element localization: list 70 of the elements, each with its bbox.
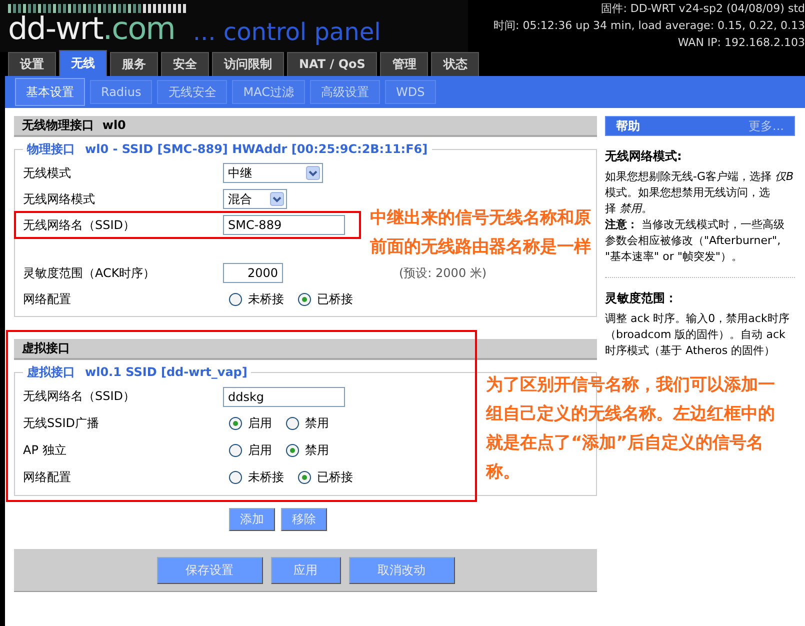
radio-button[interactable] (229, 292, 242, 306)
more-link[interactable]: 更多... (748, 117, 784, 135)
action-button[interactable]: 应用 (270, 556, 340, 584)
radio-button[interactable] (286, 417, 299, 430)
field-label: 网络配置 (23, 290, 72, 308)
field-label: 无线SSID广播 (23, 415, 100, 432)
interface-button[interactable]: 移除 (281, 508, 327, 531)
annotation-text: 中继出来的信号无线名称和原前面的无线路由器名称是一样 (370, 207, 592, 259)
radio-button[interactable] (298, 471, 311, 484)
legend-text: wl0.1 SSID [dd-wrt_vap] (85, 365, 248, 379)
help-paragraph: 注意： 当修改无线模式时，一些高级参数会相应被修改（"Afterburner", "基本速率" or "帧突发"）。 (605, 217, 786, 265)
field-label: 无线网络名（SSID） (23, 216, 136, 234)
tagline: ... control panel (192, 17, 381, 47)
nav-tab[interactable]: 访问限制 (212, 52, 284, 76)
status-text: 固件: DD-WRT v24-sp2 (04/08/09) std (600, 1, 805, 17)
radio-label: 禁用 (305, 415, 329, 432)
nav-tab[interactable]: 管理 (380, 52, 428, 76)
radio-label: 启用 (248, 442, 272, 459)
radio-label: 启用 (248, 415, 272, 432)
radio-button[interactable] (298, 292, 311, 306)
sub-tab[interactable]: 基本设置 (15, 78, 85, 106)
logo-text: dd-wrt.com (8, 11, 175, 47)
help-paragraph: 如果您想剔除无线-G客户端，选择 仅B 模式。如果您想禁用无线访问，选择 禁用。 (605, 169, 795, 217)
action-button[interactable]: 保存设置 (156, 556, 262, 584)
radio-button[interactable] (229, 471, 242, 484)
nav-tab[interactable]: 服务 (110, 52, 158, 76)
legend-text: 物理接口 (27, 142, 75, 156)
field-label: 网络配置 (23, 469, 72, 486)
section-header: 无线物理接口 wl0 (14, 116, 597, 137)
help-heading: 无线网络模式: (605, 148, 683, 165)
legend-text: wl0 - SSID [SMC-889] HWAddr [00:25:9C:2B:11:F6] (85, 142, 428, 156)
dropdown[interactable]: 中继 (223, 163, 323, 183)
help-heading: 灵敏度范围： (605, 290, 678, 307)
field-label: 无线模式 (23, 164, 72, 182)
field-label: 无线网络名（SSID） (23, 388, 136, 405)
radio-label: 已桥接 (317, 469, 353, 486)
radio-label: 禁用 (305, 442, 329, 459)
radio-label: 未桥接 (248, 469, 284, 486)
sub-tab[interactable]: Radius (90, 80, 152, 104)
status-text: WAN IP: 192.168.2.103 (676, 35, 805, 51)
input-field[interactable]: SMC-889 (223, 215, 345, 235)
field-label: AP 独立 (23, 442, 68, 459)
hint-text: (预设: 2000 米) (399, 264, 487, 282)
nav-tab[interactable]: 状态 (431, 52, 480, 76)
sub-tab[interactable]: WDS (384, 80, 436, 104)
nav-tab[interactable]: 设置 (8, 52, 56, 76)
radio-button[interactable] (229, 417, 242, 430)
status-text: 时间: 05:12:36 up 34 min, load average: 0.15, 0.22, 0.13 (494, 18, 805, 34)
help-paragraph: 调整 ack 时序。输入0，禁用ack时序（broadcom 版的固件）。自动 ack 时序模式（基于 Atheros 的固件） (605, 311, 790, 359)
sub-tab[interactable]: 高级设置 (310, 80, 380, 104)
action-button[interactable]: 取消改动 (348, 556, 454, 584)
legend-text: 虚拟接口 (27, 365, 75, 379)
input-field[interactable]: 2000 (223, 263, 283, 283)
section-header: 虚拟接口 (14, 339, 597, 360)
radio-label: 已桥接 (317, 290, 353, 308)
radio-button[interactable] (229, 444, 242, 457)
field-label: 无线网络模式 (23, 190, 96, 208)
nav-tab[interactable]: 无线 (59, 50, 107, 76)
sub-tab[interactable]: 无线安全 (157, 80, 228, 104)
dropdown[interactable]: 混合 (223, 189, 287, 209)
nav-tab[interactable]: NAT / QoS (287, 52, 378, 76)
radio-button[interactable] (286, 444, 299, 457)
help-title: 帮助 (616, 118, 640, 135)
sub-tab[interactable]: MAC过滤 (232, 80, 305, 104)
radio-label: 未桥接 (248, 290, 284, 308)
nav-tab[interactable]: 安全 (161, 52, 209, 76)
field-label: 灵敏度范围（ACK时序） (23, 264, 156, 282)
interface-button[interactable]: 添加 (229, 508, 275, 531)
input-field[interactable]: ddskg (223, 386, 345, 406)
annotation-text: 为了区别开信号名称，我们可以添加一组自己定义的无线名称。左边红框中的就是在点了“添加”后自定义的信号名称。 (486, 374, 776, 484)
